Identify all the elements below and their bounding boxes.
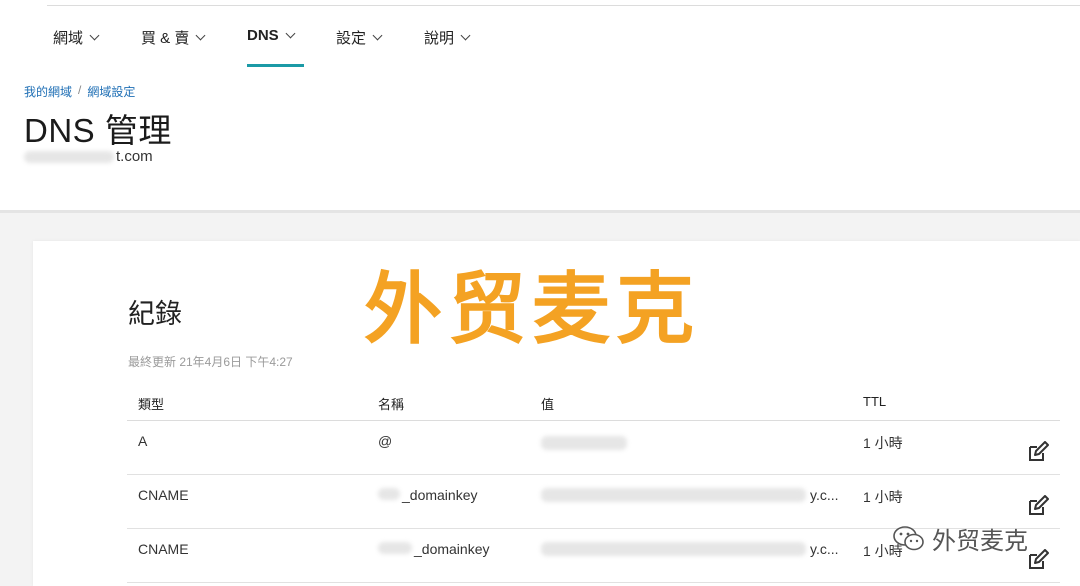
redacted-value — [541, 488, 806, 502]
redacted-value — [541, 542, 806, 556]
record-type: CNAME — [138, 487, 189, 503]
domain-suffix: t.com — [116, 148, 153, 165]
record-name: _domainkey — [378, 487, 478, 503]
column-header-ttl: TTL — [863, 394, 887, 409]
nav-help-label: 說明 — [424, 30, 455, 47]
domain-name: t.com — [24, 148, 153, 165]
active-tab-indicator — [247, 64, 304, 67]
page-title: DNS 管理 — [24, 112, 172, 149]
nav-buy-sell-label: 買 & 賣 — [141, 30, 190, 47]
record-name: @ — [378, 433, 393, 449]
breadcrumb-separator: / — [78, 83, 82, 97]
column-header-type: 類型 — [138, 397, 165, 412]
record-value — [541, 433, 627, 453]
column-header-value: 值 — [541, 397, 555, 412]
record-type: CNAME — [138, 541, 189, 557]
record-value: y.c... — [541, 541, 839, 557]
wechat-icon — [893, 525, 924, 550]
chevron-down-icon — [89, 30, 100, 40]
record-name: _domainkey — [378, 541, 490, 557]
record-ttl: 1 小時 — [863, 435, 903, 451]
edit-icon[interactable] — [1027, 549, 1049, 571]
table-header: 類型 名稱 值 TTL — [127, 384, 1060, 421]
table-row: A @ 1 小時 — [127, 421, 1060, 475]
redacted-name — [378, 542, 412, 554]
last-updated: 最終更新 21年4月6日 下午4:27 — [128, 355, 293, 369]
redacted-value — [541, 436, 627, 450]
breadcrumb-domain-settings[interactable]: 網域設定 — [87, 83, 135, 100]
top-divider — [47, 5, 1080, 6]
nav-buy-sell[interactable]: 買 & 賣 — [141, 27, 206, 48]
nav-dns[interactable]: DNS — [247, 27, 296, 44]
chevron-down-icon — [372, 30, 383, 40]
nav-domains-label: 網域 — [53, 30, 84, 47]
nav-settings[interactable]: 設定 — [336, 27, 383, 48]
edit-icon[interactable] — [1027, 441, 1049, 463]
column-header-name: 名稱 — [378, 397, 405, 412]
record-type: A — [138, 433, 148, 449]
chevron-down-icon — [460, 30, 471, 40]
nav-dns-label: DNS — [247, 27, 279, 44]
watermark-badge-text: 外贸麦克 — [932, 527, 1028, 555]
redacted-name — [378, 488, 400, 500]
records-title: 紀錄 — [128, 299, 182, 329]
nav-settings-label: 設定 — [336, 30, 367, 47]
chevron-down-icon — [195, 30, 206, 40]
nav-help[interactable]: 說明 — [424, 27, 471, 48]
redacted-domain — [24, 150, 114, 163]
chevron-down-icon — [285, 28, 296, 38]
header: 網域 買 & 賣 DNS 設定 說明 我的網域 / 網域設定 DNS 管理 t.… — [0, 0, 1080, 213]
record-ttl: 1 小時 — [863, 489, 903, 505]
watermark-badge: 外贸麦克 — [892, 521, 1028, 556]
nav-domains[interactable]: 網域 — [53, 27, 100, 48]
watermark-text: 外贸麦克 — [364, 265, 701, 355]
record-value: y.c... — [541, 487, 839, 503]
edit-icon[interactable] — [1027, 495, 1049, 517]
breadcrumb-my-domains[interactable]: 我的網域 — [24, 83, 72, 100]
breadcrumb: 我的網域 / 網域設定 — [24, 83, 135, 100]
